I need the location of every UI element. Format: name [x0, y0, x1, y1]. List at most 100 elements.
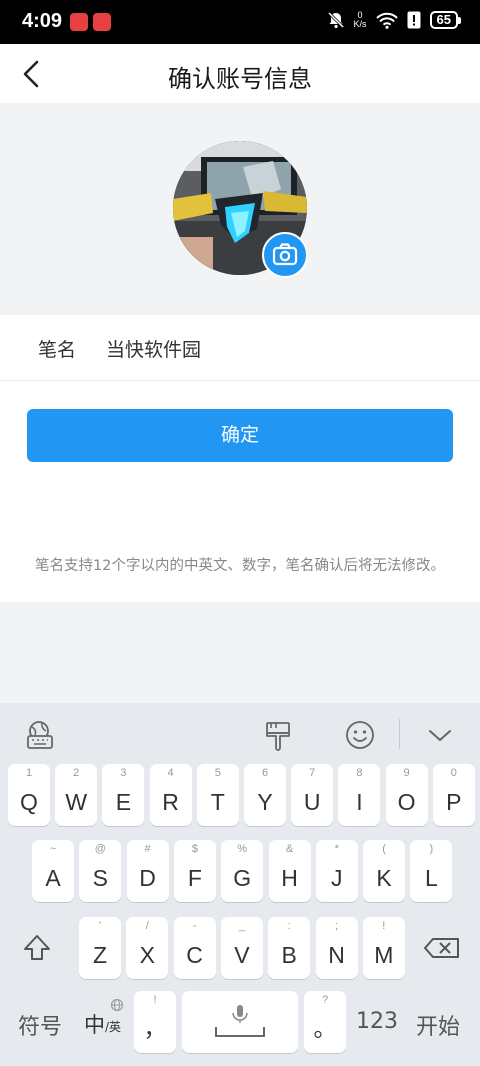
key-h[interactable]: & H: [268, 840, 311, 902]
key-q[interactable]: 1Q: [8, 764, 50, 826]
comma-key[interactable]: ! ，: [134, 991, 176, 1053]
net-speed: 0 K/s: [353, 10, 367, 29]
confirm-button[interactable]: 确定: [27, 409, 453, 462]
key-v[interactable]: _ V: [220, 917, 263, 979]
key-c[interactable]: -C: [173, 917, 216, 979]
brush-icon[interactable]: [262, 719, 294, 753]
key-u[interactable]: 7U: [291, 764, 334, 826]
emoji-icon[interactable]: [344, 719, 376, 751]
key-b[interactable]: :B: [268, 917, 311, 979]
key-label: Z: [92, 942, 108, 968]
battery-indicator: 65: [429, 11, 462, 29]
language-switch-key[interactable]: 中 /英: [84, 998, 132, 1041]
pen-name-field[interactable]: 笔名 当快软件园: [0, 315, 480, 380]
key-k[interactable]: (K: [363, 840, 406, 902]
key-hint: /: [145, 920, 149, 932]
backspace-key[interactable]: [414, 919, 472, 977]
key-hint: (: [382, 843, 386, 855]
key-g[interactable]: % G: [221, 840, 264, 902]
avatar-editor[interactable]: [173, 141, 308, 278]
key-hint: 3: [120, 767, 127, 779]
key-t[interactable]: 5T: [196, 764, 239, 826]
key-f[interactable]: $ F: [173, 840, 216, 902]
key-label: Q: [20, 789, 38, 815]
symbols-key[interactable]: 符号: [18, 1009, 62, 1041]
key-label: T: [210, 789, 225, 815]
key-p[interactable]: 0P: [432, 764, 475, 826]
key-z[interactable]: ' Z: [79, 917, 121, 979]
key-hint: 4: [167, 767, 174, 779]
microphone-icon: [215, 1005, 265, 1037]
start-key[interactable]: 开始: [416, 1009, 460, 1041]
zh-label: 中: [84, 1013, 105, 1037]
key-y[interactable]: 6Y: [244, 764, 286, 826]
keyboard-settings-icon[interactable]: [24, 719, 56, 751]
key-label: S: [92, 865, 108, 891]
key-hint: ): [429, 843, 434, 855]
key-hint: ': [98, 920, 102, 932]
key-label: K: [376, 865, 392, 891]
keyboard: 符号 中 /英 ! ， ? 。 123 开始 1Q2W3E4R5 T 6 Y 7…: [0, 703, 480, 1066]
key-l[interactable]: ) L: [410, 840, 453, 902]
key-a[interactable]: ~ A: [32, 840, 74, 902]
key-hint: _: [238, 920, 245, 932]
globe-icon: [110, 998, 124, 1012]
key-r[interactable]: 4R: [149, 764, 192, 826]
key-hint: &: [285, 843, 294, 855]
key-label: P: [446, 789, 462, 815]
key-hint: ~: [49, 843, 57, 855]
key-label: V: [234, 942, 250, 968]
key-hint: 9: [403, 767, 410, 779]
period-key[interactable]: ? 。: [304, 991, 346, 1053]
shift-key[interactable]: [8, 919, 66, 977]
chevron-down-icon[interactable]: [426, 725, 454, 745]
key-e[interactable]: 3E: [102, 764, 145, 826]
key-label: D: [139, 865, 156, 891]
key-label: C: [186, 942, 203, 968]
en-label: /英: [105, 1020, 122, 1034]
key-hint: !: [382, 920, 386, 932]
key-label: X: [139, 942, 155, 968]
key-hint: @: [94, 843, 106, 855]
key-hint: 0: [450, 767, 457, 779]
space-key[interactable]: [182, 991, 298, 1053]
key-hint: :: [287, 920, 291, 932]
key-m[interactable]: ! M: [362, 917, 405, 979]
key-label: A: [45, 865, 61, 891]
key-w[interactable]: 2W: [55, 764, 98, 826]
mute-bell-icon: [327, 11, 344, 29]
key-label: I: [356, 789, 363, 815]
key-label: W: [65, 789, 88, 815]
pen-name-hint: 笔名支持12个字以内的中英文、数字，笔名确认后将无法修改。: [35, 558, 445, 574]
key-s[interactable]: @ S: [79, 840, 122, 902]
key-hint: #: [144, 843, 151, 855]
key-label: G: [233, 865, 252, 891]
camera-icon[interactable]: [262, 232, 308, 278]
key-n[interactable]: ; N: [315, 917, 358, 979]
key-hint: %: [237, 843, 248, 855]
app-notification-icon: [93, 13, 111, 31]
backspace-icon: [424, 938, 459, 958]
page-title: 确认账号信息: [168, 65, 312, 93]
key-hint: 2: [73, 767, 80, 779]
key-j[interactable]: * J: [315, 840, 358, 902]
toolbar-divider: [399, 719, 400, 749]
key-label: Y: [257, 789, 273, 815]
key-d[interactable]: # D: [126, 840, 169, 902]
key-label: N: [328, 942, 345, 968]
pen-name-label: 笔名: [38, 339, 77, 361]
key-x[interactable]: / X: [126, 917, 169, 979]
key-label: J: [331, 865, 343, 891]
pen-name-input[interactable]: 当快软件园: [106, 335, 201, 362]
key-hint: 6: [261, 767, 269, 779]
key-i[interactable]: 8I: [338, 764, 381, 826]
key-label: B: [281, 942, 297, 968]
numbers-key[interactable]: 123: [356, 1009, 398, 1034]
key-hint: 7: [309, 767, 316, 779]
key-label: H: [281, 865, 298, 891]
shift-icon: [24, 935, 50, 960]
key-hint: 5: [214, 767, 221, 779]
app-notification-icon: [70, 13, 88, 31]
key-hint: 1: [25, 767, 33, 779]
key-o[interactable]: 9O: [385, 764, 428, 826]
